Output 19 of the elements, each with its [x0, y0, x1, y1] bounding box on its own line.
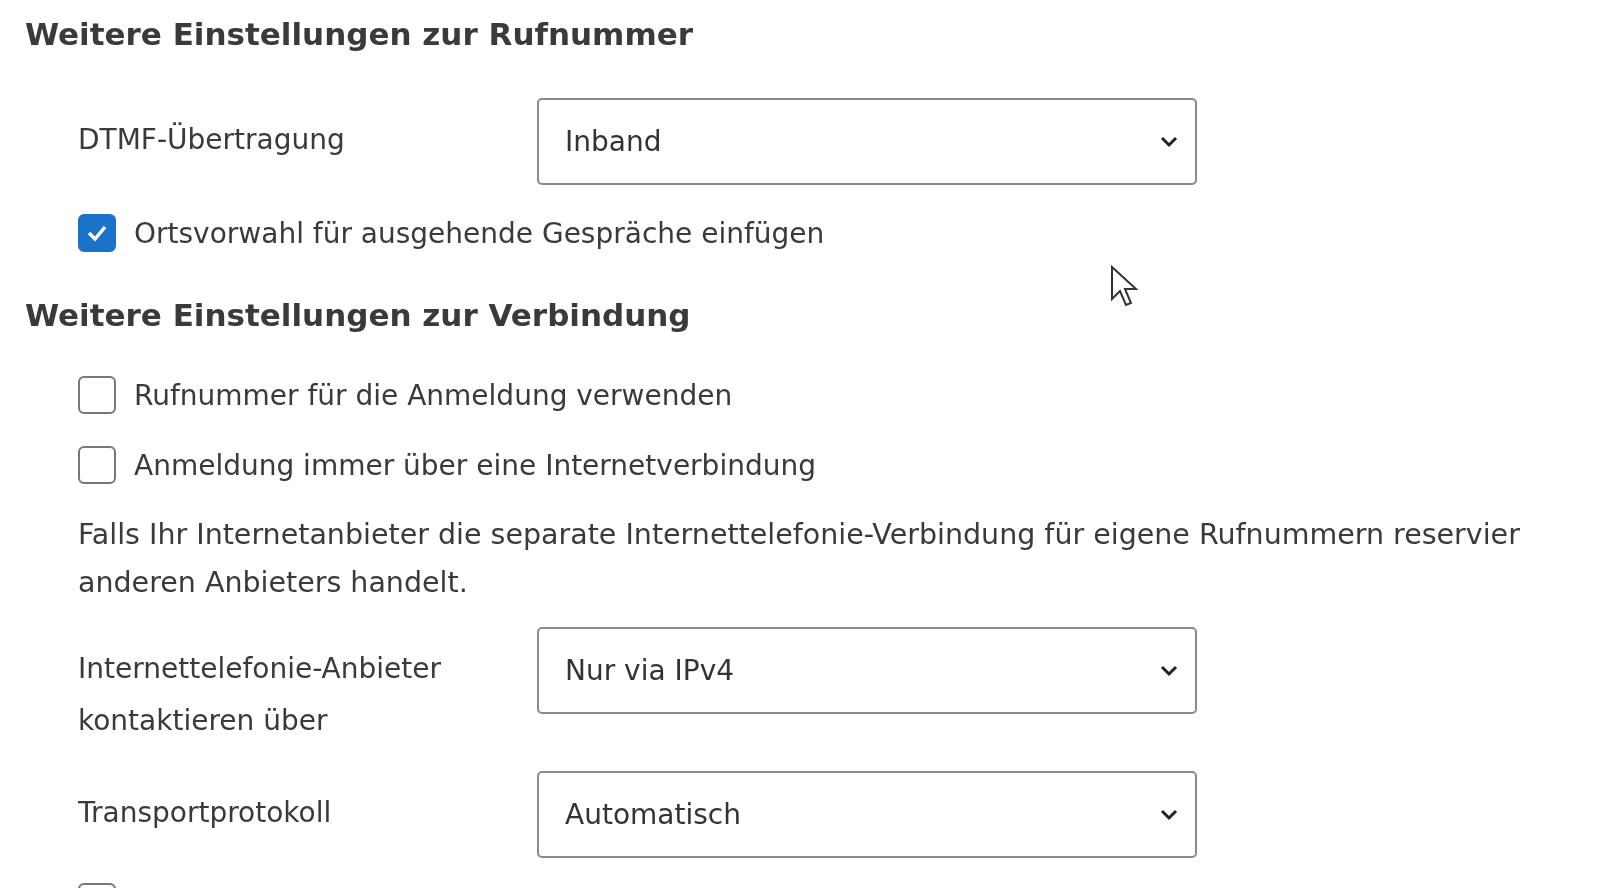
- chevron-down-icon: [1159, 134, 1179, 149]
- mouse-pointer-icon: [1110, 265, 1138, 307]
- section-heading: Weitere Einstellungen zur Rufnummer: [25, 15, 693, 54]
- checkbox-label: Ortsvorwahl für ausgehende Gespräche einfügen: [134, 216, 825, 250]
- dropdown-select[interactable]: Automatisch: [537, 771, 1197, 858]
- field-label: DTMF-Übertragung: [78, 121, 346, 158]
- field-label: Transportprotokoll: [78, 795, 333, 831]
- dropdown-select[interactable]: Inband: [537, 98, 1197, 185]
- checkbox[interactable]: [78, 446, 116, 484]
- checkbox[interactable]: [78, 376, 116, 414]
- checkbox-label: Rufnummer für die Anmeldung verwenden: [134, 378, 733, 412]
- dropdown-select[interactable]: Nur via IPv4: [537, 627, 1197, 714]
- field-label: Internettelefonie-Anbieter kontaktieren über: [78, 651, 442, 739]
- section-heading: Weitere Einstellungen zur Verbindung: [25, 296, 691, 335]
- chevron-down-icon: [1159, 807, 1179, 822]
- checkbox[interactable]: [78, 214, 116, 252]
- info-paragraph: Falls Ihr Internetanbieter die separate Internettelefonie-Verbindung für eigene Rufnummern reservier anderen Anbieters handelt.: [78, 517, 1521, 601]
- checkbox-label: Anmeldung immer über eine Internetverbindung: [134, 448, 816, 482]
- chevron-down-icon: [1159, 663, 1179, 678]
